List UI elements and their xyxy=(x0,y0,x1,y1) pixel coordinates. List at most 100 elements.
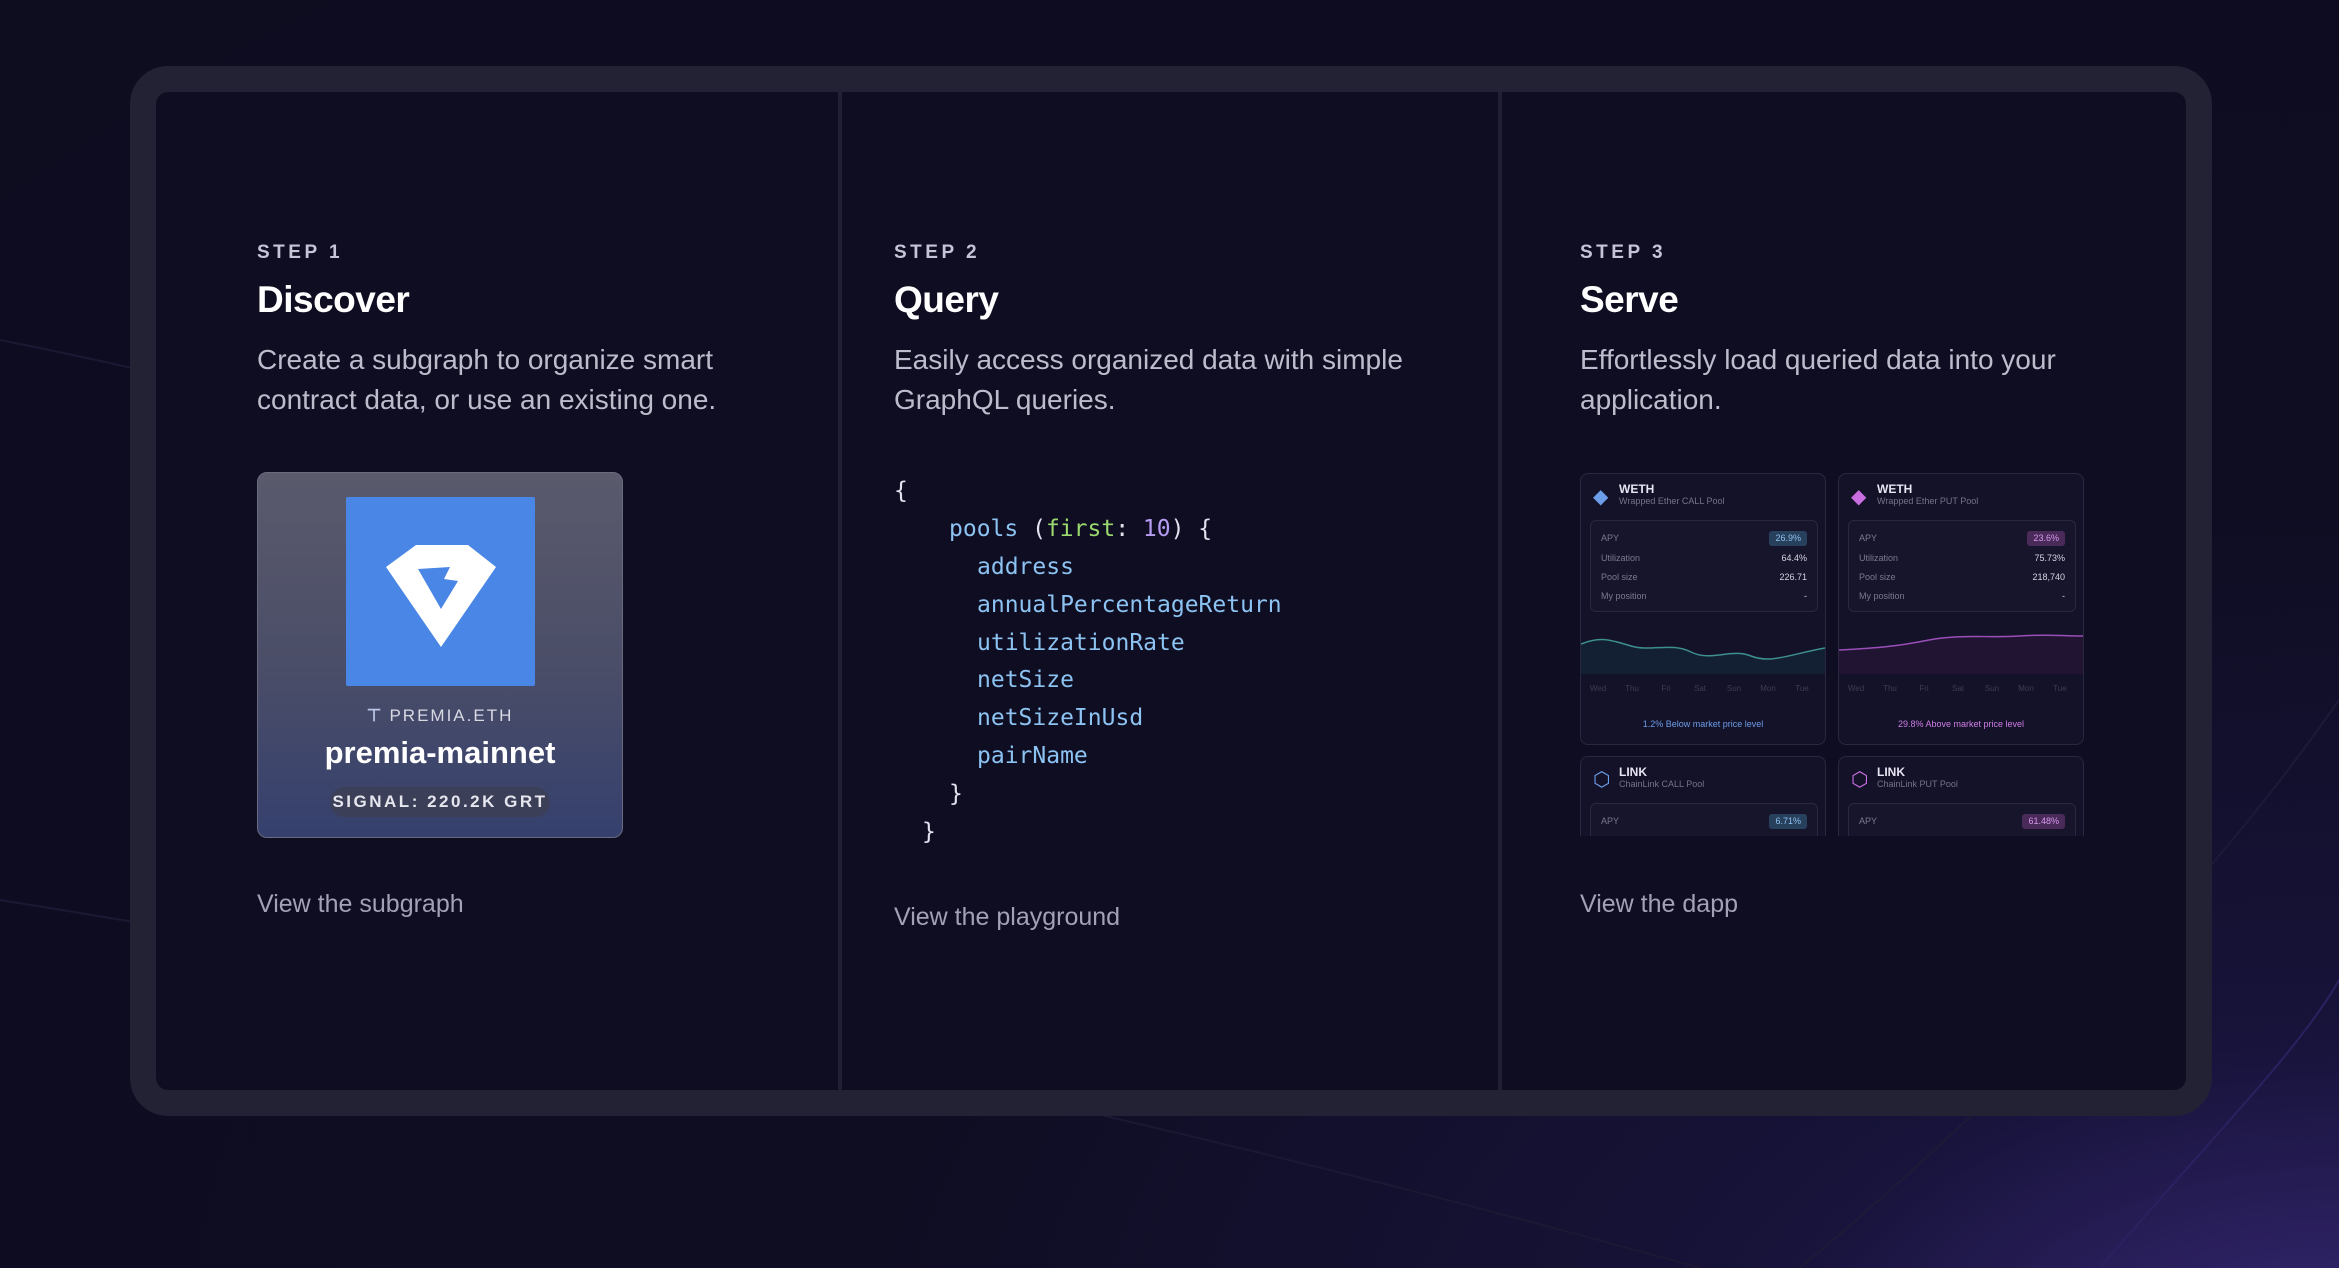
axis-tick: Thu xyxy=(1883,684,1897,693)
pool-card[interactable]: ◆ WETH Wrapped Ether CALL Pool APY 26.9% … xyxy=(1580,473,1826,745)
apy-row: APY 26.9% xyxy=(1601,531,1807,547)
position-label: My position xyxy=(1601,591,1647,601)
pool-token: WETH xyxy=(1877,482,1913,496)
pool-card[interactable]: ⬡ LINK ChainLink CALL Pool APY 6.71% xyxy=(1580,756,1826,836)
step-description: Create a subgraph to organize smart cont… xyxy=(257,344,717,415)
apy-row: APY 61.48% xyxy=(1859,814,2065,830)
pool-stats: APY 6.71% xyxy=(1590,803,1818,836)
apy-badge: 6.71% xyxy=(1769,814,1807,829)
utilization-value: 75.73% xyxy=(2034,553,2065,563)
pool-card[interactable]: ⬡ LINK ChainLink PUT Pool APY 61.48% xyxy=(1838,756,2084,836)
view-dapp-link[interactable]: View the dapp xyxy=(1580,890,1738,919)
position-label: My position xyxy=(1859,591,1905,601)
code-open-brace: { xyxy=(894,478,908,504)
axis-tick: Tue xyxy=(2053,684,2067,693)
step-1: STEP 1 Discover Create a subgraph to org… xyxy=(156,92,838,1090)
axis-tick: Fri xyxy=(1661,684,1671,693)
apy-label: APY xyxy=(1601,533,1620,543)
code-arg-value: 10 xyxy=(1142,516,1171,542)
code-field: utilizationRate xyxy=(977,630,1185,656)
pool-size-value: 226.71 xyxy=(1779,572,1807,582)
ens-icon: ⊤ xyxy=(366,706,384,725)
step-2: STEP 2 Query Easily access organized dat… xyxy=(842,92,1498,1090)
pool-token: LINK xyxy=(1877,765,1905,779)
pool-size-label: Pool size xyxy=(1601,572,1638,582)
pool-name: Wrapped Ether CALL Pool xyxy=(1619,496,1725,506)
axis-tick: Sat xyxy=(1693,684,1706,693)
axis-tick: Wed xyxy=(1589,684,1607,693)
code-field: netSize xyxy=(977,667,1074,693)
axis-tick: Wed xyxy=(1847,684,1865,693)
pool-chart xyxy=(1581,638,1825,674)
chainlink-icon: ⬡ xyxy=(1851,769,1869,791)
axis-tick: Mon xyxy=(1760,684,1776,693)
apy-label: APY xyxy=(1859,533,1878,543)
apy-badge: 23.6% xyxy=(2027,531,2065,546)
apy-label: APY xyxy=(1601,816,1620,826)
ethereum-icon: ◆ xyxy=(1593,486,1609,508)
pool-token: LINK xyxy=(1619,765,1647,779)
step-title: Discover xyxy=(257,279,410,320)
chart-axis: Wed Thu Fri Sat Sun Mon Tue xyxy=(1581,684,1825,693)
apy-badge: 61.48% xyxy=(2022,814,2065,829)
pool-footer: 1.2% Below market price level xyxy=(1642,719,1764,729)
pool-chart xyxy=(1839,634,2083,674)
apy-row: APY 23.6% xyxy=(1859,531,2065,547)
step-3: STEP 3 Serve Effortlessly load queried d… xyxy=(1502,92,2186,1090)
chart-axis: Wed Thu Fri Sat Sun Mon Tue xyxy=(1839,684,2083,693)
pool-name: ChainLink CALL Pool xyxy=(1619,779,1705,789)
pool-size-label: Pool size xyxy=(1859,572,1896,582)
axis-tick: Fri xyxy=(1919,684,1929,693)
pool-token: WETH xyxy=(1619,482,1655,496)
apy-label: APY xyxy=(1859,816,1878,826)
pool-stats: APY 23.6% Utilization 75.73% Pool size 218,… xyxy=(1848,520,2076,612)
subgraph-owner: ⊤ PREMIA.ETH xyxy=(258,706,622,726)
code-field: pairName xyxy=(977,743,1088,769)
position-row: My position - xyxy=(1859,591,2065,605)
utilization-label: Utilization xyxy=(1859,553,1899,563)
pool-size-row: Pool size 226.71 xyxy=(1601,572,1807,586)
code-field: address xyxy=(977,554,1074,580)
subgraph-owner-label: PREMIA.ETH xyxy=(389,706,514,725)
code-arg-name: first xyxy=(1045,516,1116,542)
apy-badge: 26.9% xyxy=(1769,531,1807,546)
axis-tick: Sat xyxy=(1951,684,1964,693)
step-description: Effortlessly load queried data into your… xyxy=(1580,344,2056,415)
pool-card[interactable]: ◆ WETH Wrapped Ether PUT Pool APY 23.6% U… xyxy=(1838,473,2084,745)
subgraph-name: premia-mainnet xyxy=(324,735,556,770)
axis-tick: Thu xyxy=(1625,684,1639,693)
code-field: netSizeInUsd xyxy=(977,705,1144,731)
pool-stats: APY 61.48% xyxy=(1848,803,2076,836)
position-value: - xyxy=(2062,591,2065,601)
utilization-value: 64.4% xyxy=(1781,553,1807,563)
axis-tick: Tue xyxy=(1795,684,1809,693)
code-close-outer: } xyxy=(922,819,936,845)
position-row: My position - xyxy=(1601,591,1807,605)
view-subgraph-link[interactable]: View the subgraph xyxy=(257,890,464,919)
axis-tick: Sun xyxy=(1726,684,1742,693)
pool-footer: 29.8% Above market price level xyxy=(1897,719,2025,729)
position-value: - xyxy=(1804,591,1807,601)
utilization-label: Utilization xyxy=(1601,553,1641,563)
chainlink-icon: ⬡ xyxy=(1593,769,1611,791)
axis-tick: Mon xyxy=(2018,684,2034,693)
apy-row: APY 6.71% xyxy=(1601,814,1807,830)
utilization-row: Utilization 75.73% xyxy=(1859,553,2065,567)
step-label: STEP 2 xyxy=(894,242,981,263)
pool-size-value: 218,740 xyxy=(2032,572,2065,582)
pool-name: Wrapped Ether PUT Pool xyxy=(1877,496,1979,506)
code-field: annualPercentageReturn xyxy=(977,592,1282,618)
axis-tick: Sun xyxy=(1984,684,2000,693)
view-playground-link[interactable]: View the playground xyxy=(894,903,1120,932)
code-close-inner: } xyxy=(949,781,963,807)
step-label: STEP 3 xyxy=(1580,242,1667,263)
code-query-name: pools xyxy=(949,516,1019,542)
steps-card: STEP 1 Discover Create a subgraph to org… xyxy=(156,92,2186,1090)
step-title: Serve xyxy=(1580,279,1679,320)
pool-name: ChainLink PUT Pool xyxy=(1877,779,1958,789)
dapp-preview: ◆ WETH Wrapped Ether CALL Pool APY 26.9% … xyxy=(1580,473,2085,836)
premia-logo-icon xyxy=(346,497,535,686)
utilization-row: Utilization 64.4% xyxy=(1601,553,1807,567)
subgraph-card[interactable]: ⊤ PREMIA.ETH premia-mainnet SIGNAL: 220.2… xyxy=(257,472,623,838)
pool-size-row: Pool size 218,740 xyxy=(1859,572,2065,586)
